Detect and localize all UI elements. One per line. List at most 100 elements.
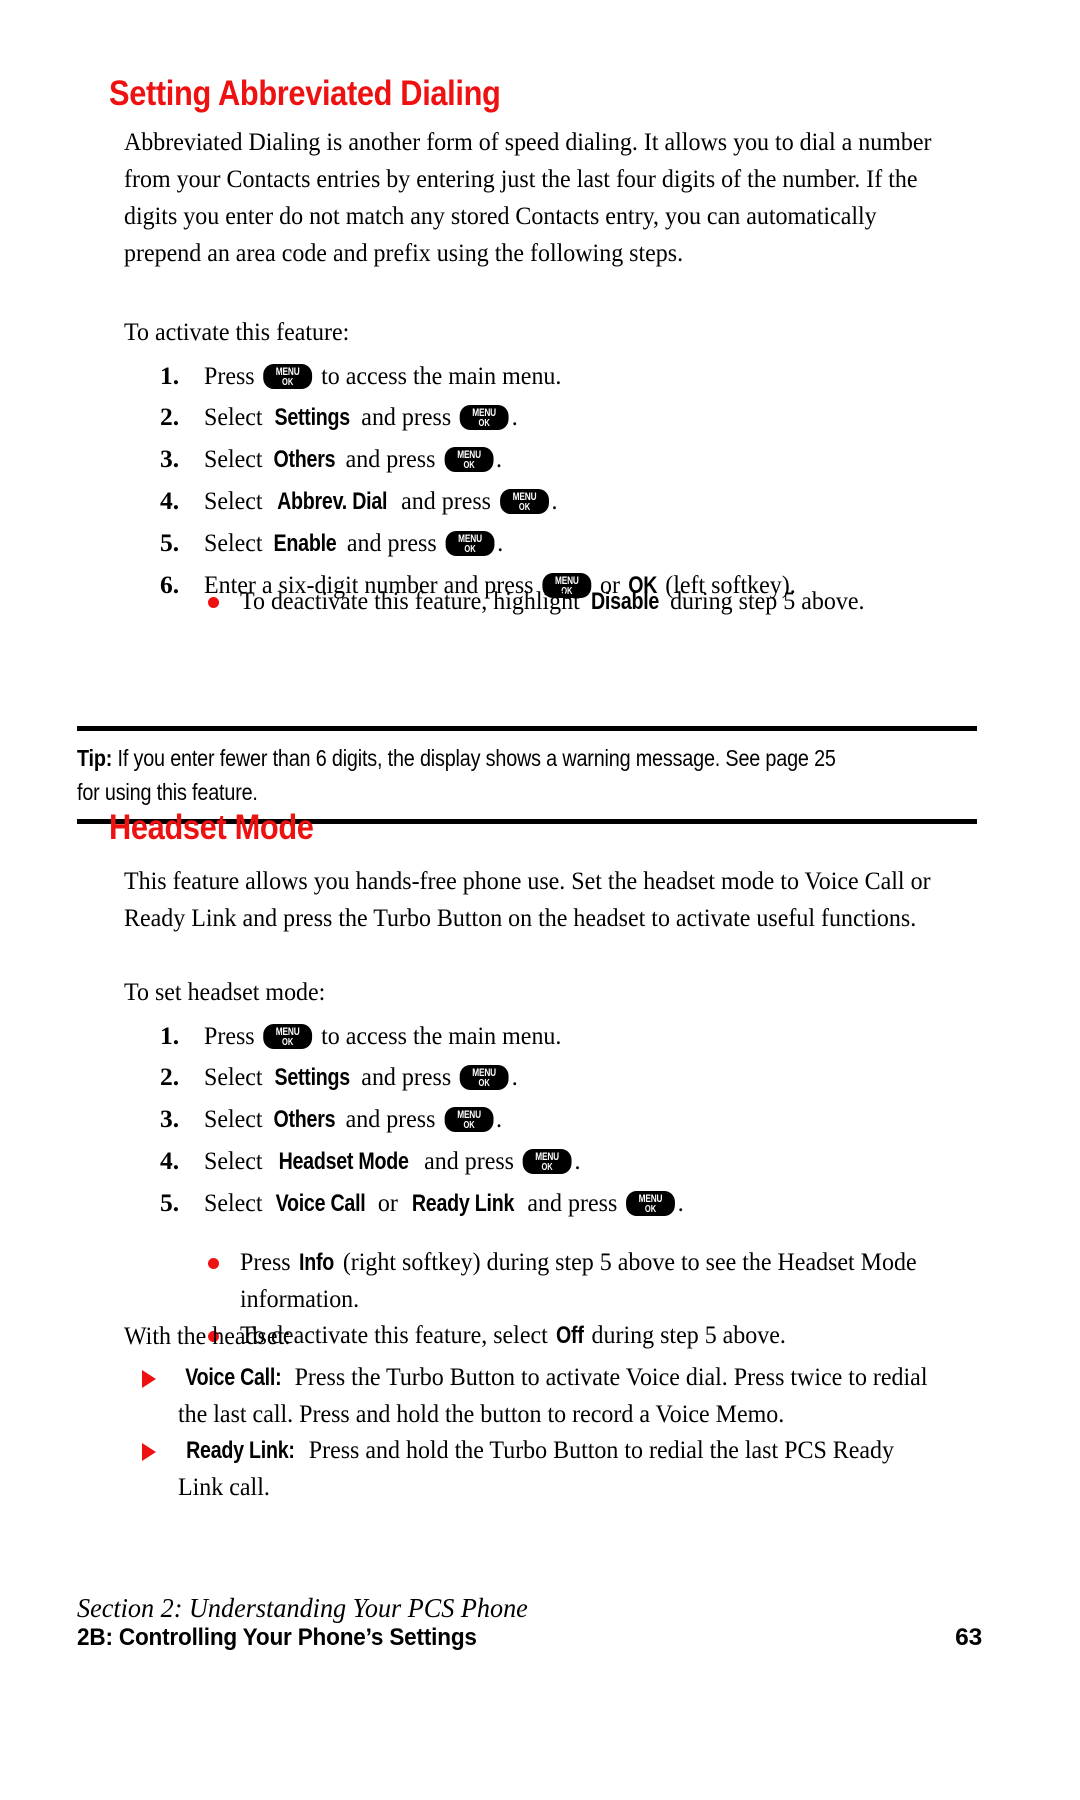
menu-ok-key-icon: MENU OK bbox=[499, 489, 549, 514]
red-dot-bullet-icon bbox=[208, 1258, 219, 1269]
menu-ok-key-icon: MENU OK bbox=[522, 1149, 572, 1174]
red-triangle-bullet-icon bbox=[142, 1443, 156, 1461]
step-number: 1. bbox=[160, 1021, 180, 1050]
arrow-bullet-item: Voice Call: Press the Turbo Button to ac… bbox=[136, 1359, 976, 1432]
menu-ok-key-line2: OK bbox=[518, 502, 530, 513]
numbered-step: 5. Select Enable and press MENU OK. bbox=[160, 522, 1040, 564]
numbered-step: 4. Select Headset Mode and press MENU OK. bbox=[160, 1140, 1040, 1182]
arrow-bullet-list: Voice Call: Press the Turbo Button to ac… bbox=[136, 1359, 976, 1505]
step-number: 3. bbox=[160, 1104, 180, 1133]
intro-paragraph-abbreviated-dialing: Abbreviated Dialing is another form of s… bbox=[124, 127, 932, 267]
manual-page: Setting Abbreviated Dialing Abbreviated … bbox=[0, 0, 1080, 1800]
steps-list-headset-mode: 1. Press MENU OK to access the main menu. 2… bbox=[160, 1015, 1040, 1224]
step-text-fragment: and press bbox=[355, 402, 458, 431]
step-text-fragment: . bbox=[511, 1062, 518, 1091]
emphasized-term: Abbrev. Dial bbox=[276, 488, 387, 515]
step-text-fragment: and press bbox=[521, 1188, 624, 1217]
step-body: Select Settings and press MENU OK. bbox=[204, 396, 518, 438]
step-body: Press MENU OK to access the main menu. bbox=[204, 355, 561, 396]
step-text-fragment: Select bbox=[204, 1146, 269, 1175]
step-body: Select Enable and press MENU OK. bbox=[204, 522, 503, 564]
step-text-fragment: and press bbox=[355, 1062, 458, 1091]
step-text-fragment: Select bbox=[204, 402, 269, 431]
bullet-body: To deactivate this feature, highlight Di… bbox=[240, 583, 864, 620]
step-text-fragment: Press bbox=[204, 361, 261, 390]
step-number: 4. bbox=[160, 486, 180, 515]
menu-ok-key-line2: OK bbox=[478, 418, 491, 429]
numbered-step: 2. Select Settings and press MENU OK. bbox=[160, 1056, 1040, 1098]
step-number: 3. bbox=[160, 444, 180, 473]
step-text-fragment: Press the Turbo Button to activate Voice… bbox=[178, 1362, 928, 1428]
steps-list-abbreviated-dialing: 1. Press MENU OK to access the main menu. 2… bbox=[160, 355, 1040, 606]
step-text-fragment: Select bbox=[204, 1062, 269, 1091]
numbered-step: 4. Select Abbrev. Dial and press MENU OK. bbox=[160, 480, 1040, 522]
emphasized-term: Others bbox=[273, 1106, 335, 1133]
sub-bullets-abbreviated-dialing: To deactivate this feature, highlight Di… bbox=[200, 583, 960, 620]
step-text-fragment: . bbox=[497, 528, 504, 557]
numbered-step: 2. Select Settings and press MENU OK. bbox=[160, 396, 1040, 438]
tip-text: Tip: If you enter fewer than 6 digits, t… bbox=[77, 731, 851, 819]
tip-label: Tip: bbox=[77, 745, 113, 771]
step-text-fragment: to access the main menu. bbox=[315, 361, 562, 390]
bullet-item: Press Info (right softkey) during step 5… bbox=[200, 1244, 980, 1317]
emphasized-term: Voice Call: bbox=[185, 1364, 282, 1391]
footer-section-text: Section 2: Understanding Your PCS Phone bbox=[77, 1593, 528, 1623]
menu-ok-key-line2: OK bbox=[478, 1078, 491, 1089]
arrow-bullet-body: Ready Link: Press and hold the Turbo But… bbox=[178, 1432, 928, 1505]
step-number: 2. bbox=[160, 1062, 180, 1091]
intro-paragraph-headset-mode: This feature allows you hands-free phone… bbox=[124, 866, 931, 932]
step-text-fragment: Press bbox=[240, 1247, 297, 1276]
step-text-fragment: (right softkey) during step 5 above to s… bbox=[240, 1247, 917, 1313]
step-text-fragment: . bbox=[511, 402, 518, 431]
step-text-fragment: Select bbox=[204, 486, 269, 515]
menu-ok-key-icon: MENU OK bbox=[444, 447, 494, 472]
lead-in-set-headset-mode: To set headset mode: bbox=[124, 977, 326, 1006]
lead-in-activate-feature: To activate this feature: bbox=[124, 317, 350, 346]
menu-ok-key-line2: OK bbox=[541, 1162, 553, 1173]
footer-chapter-line: 2B: Controlling Your Phone’s Settings 63 bbox=[77, 1624, 982, 1652]
numbered-step: 5. Select Voice Call or Ready Link and pr… bbox=[160, 1182, 1040, 1224]
emphasized-term: Headset Mode bbox=[278, 1148, 409, 1175]
bullet-item: To deactivate this feature, highlight Di… bbox=[200, 583, 960, 620]
footer-page-number: 63 bbox=[955, 1624, 982, 1651]
step-number: 6. bbox=[160, 570, 180, 599]
lead-in-with-the-headset: With the headset: bbox=[124, 1321, 291, 1350]
step-text-fragment: Press bbox=[204, 1021, 261, 1050]
step-text-fragment: . bbox=[495, 1104, 502, 1133]
footer-chapter-text: 2B: Controlling Your Phone’s Settings bbox=[77, 1624, 477, 1651]
numbered-step: 1. Press MENU OK to access the main menu. bbox=[160, 1015, 1040, 1056]
step-text-fragment: Select bbox=[204, 1104, 269, 1133]
step-text-fragment: and press bbox=[418, 1146, 520, 1175]
menu-ok-key-line2: OK bbox=[463, 1120, 475, 1131]
step-text-fragment: To deactivate this feature, highlight bbox=[240, 586, 586, 615]
step-text-fragment: Select bbox=[204, 444, 269, 473]
arrow-bullet-body: Voice Call: Press the Turbo Button to ac… bbox=[178, 1359, 928, 1432]
step-text-fragment: or bbox=[371, 1188, 404, 1217]
menu-ok-key-icon: MENU OK bbox=[445, 531, 495, 556]
tip-body: If you enter fewer than 6 digits, the di… bbox=[77, 745, 836, 805]
bullet-body: Press Info (right softkey) during step 5… bbox=[240, 1244, 936, 1317]
menu-ok-key-icon: MENU OK bbox=[626, 1191, 675, 1216]
footer-section-line: Section 2: Understanding Your PCS Phone bbox=[77, 1593, 955, 1624]
numbered-step: 3. Select Others and press MENU OK. bbox=[160, 438, 1040, 480]
emphasized-term: Info bbox=[299, 1249, 335, 1276]
menu-ok-key-line2: OK bbox=[644, 1204, 657, 1215]
menu-ok-key-line2: OK bbox=[464, 544, 476, 555]
step-body: Select Others and press MENU OK. bbox=[204, 438, 502, 480]
menu-ok-key-icon: MENU OK bbox=[263, 1024, 313, 1049]
step-text-fragment: Select bbox=[204, 1188, 269, 1217]
step-number: 5. bbox=[160, 528, 180, 557]
step-body: Select Voice Call or Ready Link and pres… bbox=[204, 1182, 684, 1224]
menu-ok-key-icon: MENU OK bbox=[444, 1107, 494, 1132]
emphasized-term: Settings bbox=[274, 1064, 350, 1091]
emphasized-term: Voice Call bbox=[275, 1190, 366, 1217]
step-number: 2. bbox=[160, 402, 180, 431]
red-dot-bullet-icon bbox=[208, 597, 219, 608]
page-title-headset-mode: Headset Mode bbox=[109, 808, 314, 847]
step-text-fragment: and press bbox=[339, 1104, 442, 1133]
step-body: Select Settings and press MENU OK. bbox=[204, 1056, 518, 1098]
emphasized-term: Enable bbox=[273, 530, 337, 557]
step-body: Select Others and press MENU OK. bbox=[204, 1098, 502, 1140]
step-text-fragment: . bbox=[677, 1188, 684, 1217]
menu-ok-key-line2: OK bbox=[463, 460, 475, 471]
